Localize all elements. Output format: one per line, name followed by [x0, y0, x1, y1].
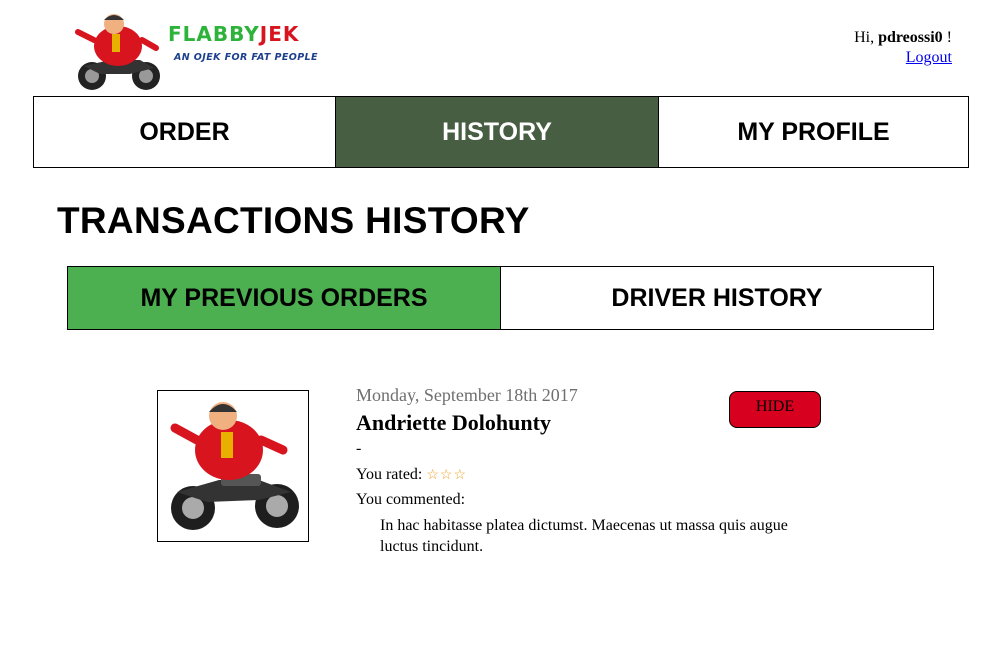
app-logo[interactable]: FLABBYJEK AN OJEK FOR FAT PEOPLE: [70, 10, 330, 94]
driver-photo-icon: [170, 402, 299, 530]
rated-label: You rated:: [356, 466, 423, 483]
driver-name: Andriette Dolohunty: [356, 410, 551, 435]
brand-title: FLABBYJEK: [168, 22, 299, 46]
logout-link[interactable]: Logout: [906, 49, 952, 66]
commented-label: You commented:: [356, 491, 466, 508]
rating-line: You rated: ☆☆☆: [356, 466, 467, 484]
tab-history[interactable]: HISTORY: [335, 97, 658, 167]
order-date: Monday, September 18th 2017: [356, 385, 578, 405]
brand-title-part1: FLABBY: [168, 22, 260, 46]
user-greeting-line: Hi, pdreossi0 !: [854, 28, 952, 48]
username: pdreossi0: [878, 29, 943, 46]
comment-text: In hac habitasse platea dictumst. Maecen…: [380, 517, 788, 555]
greeting-exclaim: !: [946, 29, 952, 46]
brand-title-part2: JEK: [259, 22, 300, 46]
tab-my-previous-orders[interactable]: MY PREVIOUS ORDERS: [68, 267, 500, 329]
order-route: -: [356, 440, 362, 457]
user-box: Hi, pdreossi0 ! Logout: [854, 28, 952, 68]
tab-driver-history[interactable]: DRIVER HISTORY: [500, 267, 933, 329]
mascot-on-motorbike-icon: [75, 14, 160, 90]
hide-button[interactable]: HIDE: [729, 391, 821, 428]
main-nav: ORDER HISTORY MY PROFILE: [33, 96, 969, 168]
tab-my-profile[interactable]: MY PROFILE: [658, 97, 968, 167]
star-rating-icon: ☆☆☆: [426, 468, 468, 483]
driver-photo: [157, 390, 309, 542]
page-title: TRANSACTIONS HISTORY: [57, 200, 530, 241]
history-subtabs: MY PREVIOUS ORDERS DRIVER HISTORY: [67, 266, 934, 330]
brand-tagline: AN OJEK FOR FAT PEOPLE: [174, 52, 318, 63]
tab-order[interactable]: ORDER: [34, 97, 335, 167]
greeting-text: Hi,: [854, 29, 875, 46]
